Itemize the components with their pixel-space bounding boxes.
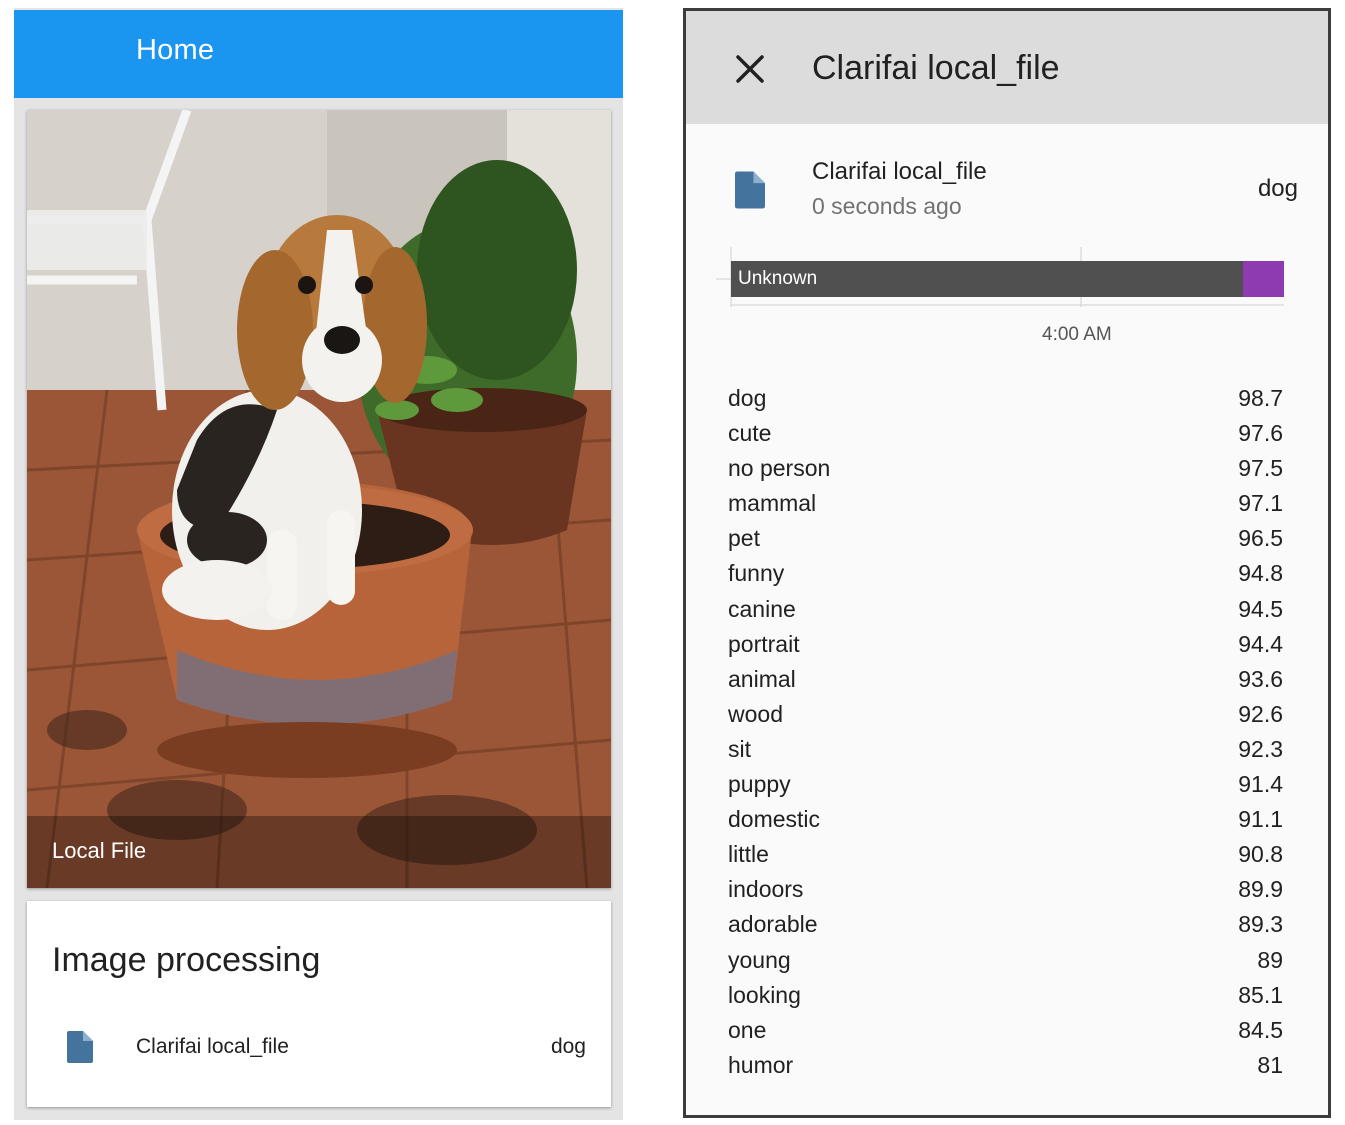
attribute-name: little <box>728 841 769 868</box>
attribute-value: 94.8 <box>1238 560 1283 587</box>
attribute-name: indoors <box>728 876 804 903</box>
attribute-value: 97.5 <box>1238 455 1283 482</box>
attribute-value: 92.3 <box>1238 735 1283 762</box>
attribute-row: sit 92.3 <box>728 732 1283 767</box>
attribute-name: portrait <box>728 630 800 657</box>
picture-caption: Local File <box>52 838 147 863</box>
attribute-name: one <box>728 1016 767 1043</box>
attribute-name: looking <box>728 981 801 1008</box>
attribute-name: no person <box>728 455 831 482</box>
attribute-name: wood <box>728 700 783 727</box>
attribute-name: young <box>728 946 791 973</box>
attributes-list: dog 98.7 cute 97.6 no person 97.5 mammal 97.… <box>728 381 1283 1083</box>
attribute-name: sit <box>728 735 751 762</box>
attribute-name: domestic <box>728 806 821 833</box>
camera-image <box>27 110 611 888</box>
attribute-row: little 90.8 <box>728 837 1283 872</box>
attribute-value: 96.5 <box>1238 525 1283 552</box>
attribute-value: 98.7 <box>1238 385 1283 411</box>
attribute-value: 84.5 <box>1238 1016 1283 1043</box>
attribute-row: no person 97.5 <box>728 451 1283 486</box>
attribute-row: domestic 91.1 <box>728 802 1283 837</box>
timeline-bar-label: Unknown <box>738 268 818 289</box>
attribute-name: pet <box>728 525 760 552</box>
app-header: Home <box>14 10 623 98</box>
history-timeline <box>716 247 1284 307</box>
attribute-row: indoors 89.9 <box>728 872 1283 907</box>
file-document-icon <box>735 171 765 214</box>
dialog-toolbar: Clarifai local_file <box>686 11 1328 124</box>
attribute-value: 97.6 <box>1238 420 1283 447</box>
attribute-row: mammal 97.1 <box>728 486 1283 521</box>
attribute-value: 91.4 <box>1238 771 1283 798</box>
attribute-name: humor <box>728 1051 794 1078</box>
attribute-value: 85.1 <box>1238 981 1283 1008</box>
entity-name: Clarifai local_file <box>812 158 987 185</box>
attribute-value: 92.6 <box>1238 700 1283 727</box>
picture-card[interactable]: Local File <box>27 110 611 888</box>
timeline-bar-dog <box>1243 261 1284 297</box>
attribute-value: 94.5 <box>1238 595 1283 622</box>
attribute-row: one 84.5 <box>728 1013 1283 1048</box>
page-title: Home <box>136 34 215 66</box>
attribute-value: 94.4 <box>1238 630 1283 657</box>
close-icon[interactable] <box>736 55 764 88</box>
attribute-name: adorable <box>728 911 818 938</box>
home-view: Home Local File Image processing Clarifa… <box>14 8 623 1120</box>
attribute-row: adorable 89.3 <box>728 907 1283 942</box>
last-changed: 0 seconds ago <box>812 193 962 219</box>
attribute-value: 89.9 <box>1238 876 1283 903</box>
attribute-row: looking 85.1 <box>728 978 1283 1013</box>
card-title: Image processing <box>52 941 321 979</box>
attribute-row: funny 94.8 <box>728 556 1283 591</box>
attribute-name: animal <box>728 665 796 692</box>
entity-state: dog <box>1257 175 1298 202</box>
attribute-name: funny <box>728 560 785 587</box>
attribute-value: 90.8 <box>1238 841 1283 868</box>
attribute-value: 97.1 <box>1238 490 1283 517</box>
more-info-dialog: Clarifai local_file Clarifai local_file … <box>683 8 1331 1118</box>
attribute-value: 93.6 <box>1238 665 1283 692</box>
attribute-row: cute 97.6 <box>728 416 1283 451</box>
attribute-row: portrait 94.4 <box>728 627 1283 662</box>
entity-name: Clarifai local_file <box>136 1035 289 1058</box>
attribute-value: 81 <box>1257 1051 1283 1078</box>
attribute-row: animal 93.6 <box>728 662 1283 697</box>
attribute-value: 89 <box>1257 946 1283 973</box>
attribute-name: canine <box>728 595 796 622</box>
attribute-row: humor 81 <box>728 1048 1283 1083</box>
attribute-row: dog 98.7 <box>728 381 1283 416</box>
attribute-row: puppy 91.4 <box>728 767 1283 802</box>
attribute-row: pet 96.5 <box>728 521 1283 556</box>
entities-card: Image processing Clarifai local_file dog <box>27 901 611 1107</box>
attribute-name: mammal <box>728 490 817 517</box>
dialog-title: Clarifai local_file <box>812 49 1060 87</box>
attribute-value: 91.1 <box>1238 806 1283 833</box>
attribute-value: 89.3 <box>1238 911 1283 938</box>
attribute-row: canine 94.5 <box>728 592 1283 627</box>
attribute-name: dog <box>728 385 767 411</box>
timeline-tick-label: 4:00 AM <box>1042 324 1112 345</box>
entity-row[interactable]: Clarifai local_file dog <box>27 1021 611 1071</box>
file-document-icon <box>67 1031 93 1068</box>
entity-state: dog <box>550 1035 586 1058</box>
attribute-row: wood 92.6 <box>728 697 1283 732</box>
attribute-row: young 89 <box>728 943 1283 978</box>
attribute-name: puppy <box>728 771 791 798</box>
attribute-name: cute <box>728 420 772 447</box>
